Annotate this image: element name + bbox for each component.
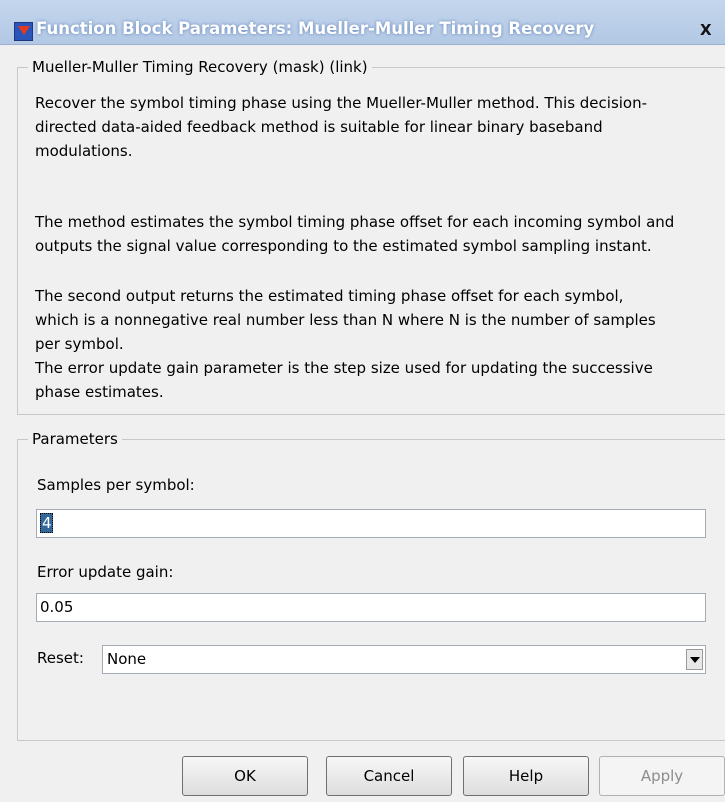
samples-per-symbol-value: 4 bbox=[40, 513, 53, 533]
window-title: Function Block Parameters: Mueller-Mulle… bbox=[36, 19, 595, 38]
title-bar: Function Block Parameters: Mueller-Mulle… bbox=[0, 0, 725, 45]
parameters-group-legend: Parameters bbox=[28, 429, 122, 449]
description-line: The error update gain parameter is the s… bbox=[35, 359, 653, 377]
description-line: which is a nonnegative real number less … bbox=[35, 311, 656, 329]
description-line: Recover the symbol timing phase using th… bbox=[35, 94, 648, 112]
description-line: The method estimates the symbol timing p… bbox=[35, 213, 675, 231]
samples-per-symbol-label: Samples per symbol: bbox=[37, 476, 195, 494]
cancel-button[interactable]: Cancel bbox=[326, 756, 452, 796]
reset-selected-value: None bbox=[107, 650, 147, 668]
description-group-legend: Mueller-Muller Timing Recovery (mask) (l… bbox=[28, 57, 372, 77]
error-update-gain-value: 0.05 bbox=[40, 598, 74, 616]
simulink-block-icon bbox=[14, 22, 33, 41]
help-button[interactable]: Help bbox=[463, 756, 589, 796]
error-update-gain-field[interactable]: 0.05 bbox=[36, 593, 706, 622]
reset-label: Reset: bbox=[37, 649, 84, 667]
apply-button[interactable]: Apply bbox=[599, 756, 725, 796]
reset-dropdown[interactable]: None bbox=[102, 645, 706, 674]
description-line: outputs the signal value corresponding t… bbox=[35, 237, 652, 255]
description-line: modulations. bbox=[35, 142, 133, 160]
description-line: phase estimates. bbox=[35, 383, 164, 401]
description-line: directed data-aided feedback method is s… bbox=[35, 118, 603, 136]
description-line: The second output returns the estimated … bbox=[35, 287, 624, 305]
chevron-down-icon[interactable] bbox=[686, 649, 703, 670]
description-line: per symbol. bbox=[35, 335, 124, 353]
ok-button[interactable]: OK bbox=[182, 756, 308, 796]
close-button[interactable]: X bbox=[700, 20, 725, 40]
samples-per-symbol-field[interactable]: 4 bbox=[36, 509, 706, 538]
error-update-gain-label: Error update gain: bbox=[37, 563, 174, 581]
